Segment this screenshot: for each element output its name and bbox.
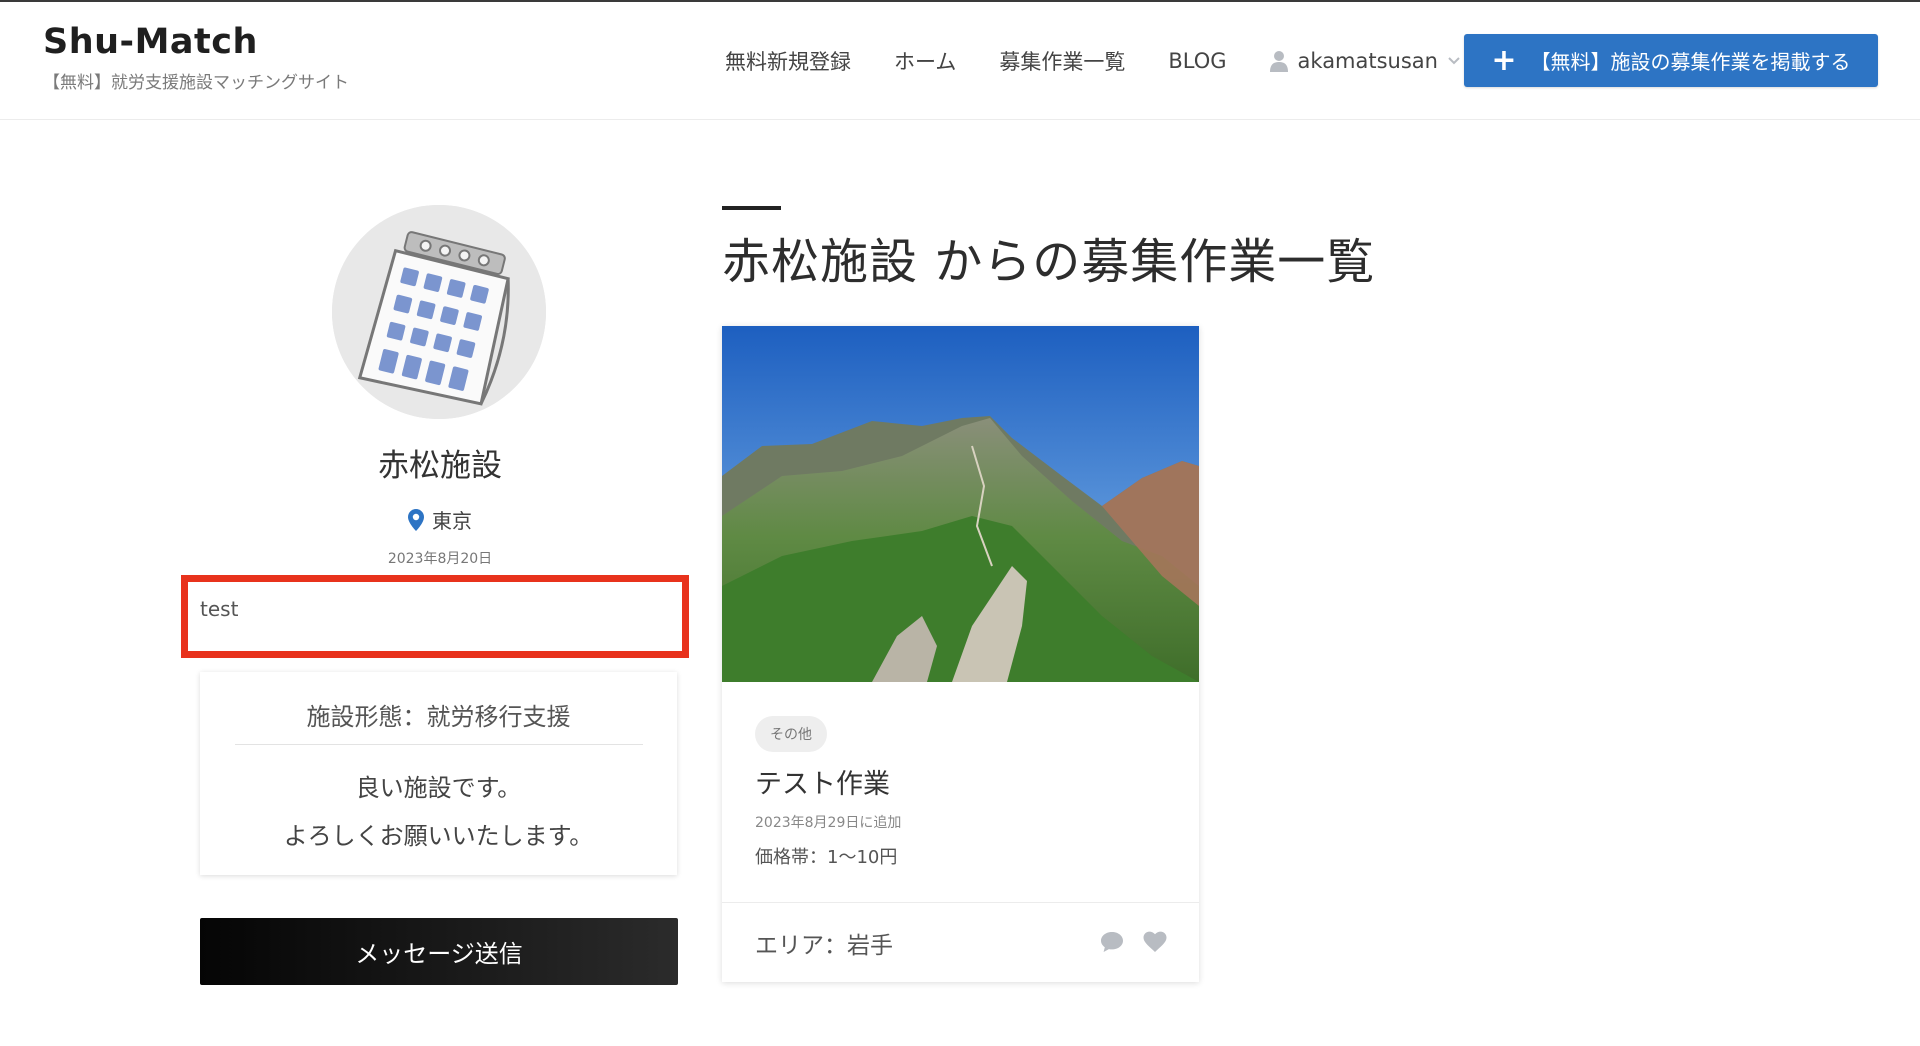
category-badge[interactable]: その他 bbox=[755, 716, 827, 752]
map-pin-icon bbox=[408, 508, 424, 531]
job-image[interactable] bbox=[722, 326, 1199, 682]
comment-icon[interactable] bbox=[1100, 931, 1124, 953]
brand-title[interactable]: Shu-Match bbox=[43, 22, 349, 62]
facility-description: 良い施設です。 よろしくお願いいたします。 bbox=[200, 764, 677, 860]
title-accent-bar bbox=[722, 206, 781, 210]
nav-job-list[interactable]: 募集作業一覧 bbox=[999, 46, 1125, 76]
nav-signup[interactable]: 無料新規登録 bbox=[725, 46, 851, 76]
job-added-date: 2023年8月29日に追加 bbox=[755, 815, 902, 831]
user-name: akamatsusan bbox=[1297, 49, 1438, 73]
post-job-button-label: 【無料】施設の募集作業を掲載する bbox=[1530, 50, 1851, 74]
divider bbox=[722, 902, 1199, 903]
user-menu[interactable]: akamatsusan bbox=[1269, 49, 1470, 73]
post-job-button[interactable]: + 【無料】施設の募集作業を掲載する bbox=[1464, 34, 1878, 87]
nav-blog[interactable]: BLOG bbox=[1168, 49, 1226, 73]
facility-info-card: 施設形態：就労移行支援 良い施設です。 よろしくお願いいたします。 bbox=[200, 672, 677, 875]
calendar-illustration-icon bbox=[332, 205, 546, 419]
user-icon bbox=[1269, 51, 1288, 72]
location-label: 東京 bbox=[432, 509, 472, 533]
mountain-photo-icon bbox=[722, 326, 1199, 682]
facility-name: 赤松施設 bbox=[378, 448, 502, 484]
brand[interactable]: Shu-Match 【無料】就労支援施設マッチングサイト bbox=[43, 22, 349, 93]
site-header: Shu-Match 【無料】就労支援施設マッチングサイト 無料新規登録 ホーム … bbox=[0, 2, 1920, 120]
job-area: エリア：岩手 bbox=[755, 933, 893, 959]
main-nav: 無料新規登録 ホーム 募集作業一覧 BLOG akamatsusan bbox=[682, 46, 1470, 76]
nav-home[interactable]: ホーム bbox=[894, 46, 956, 76]
chevron-down-icon bbox=[1448, 57, 1460, 65]
facility-intro: test bbox=[200, 597, 239, 621]
facility-location: 東京 bbox=[200, 505, 680, 534]
job-card[interactable]: その他 テスト作業 2023年8月29日に追加 価格帯：1〜10円 エリア：岩手 bbox=[722, 326, 1199, 982]
divider bbox=[235, 744, 643, 745]
registered-date: 2023年8月20日 bbox=[387, 551, 493, 567]
brand-subtitle: 【無料】就労支援施設マッチングサイト bbox=[43, 73, 349, 93]
description-line: よろしくお願いいたします。 bbox=[283, 822, 594, 850]
facility-type: 施設形態：就労移行支援 bbox=[306, 703, 571, 731]
avatar bbox=[332, 205, 546, 419]
section-title: 赤松施設 からの募集作業一覧 bbox=[722, 234, 1376, 290]
description-line: 良い施設です。 bbox=[355, 774, 522, 802]
job-title[interactable]: テスト作業 bbox=[755, 762, 890, 801]
highlight-annotation-box bbox=[181, 575, 689, 658]
plus-icon: + bbox=[1491, 42, 1517, 78]
heart-icon[interactable] bbox=[1143, 931, 1167, 953]
job-price: 価格帯：1〜10円 bbox=[755, 847, 898, 868]
send-message-button[interactable]: メッセージ送信 bbox=[200, 918, 678, 985]
